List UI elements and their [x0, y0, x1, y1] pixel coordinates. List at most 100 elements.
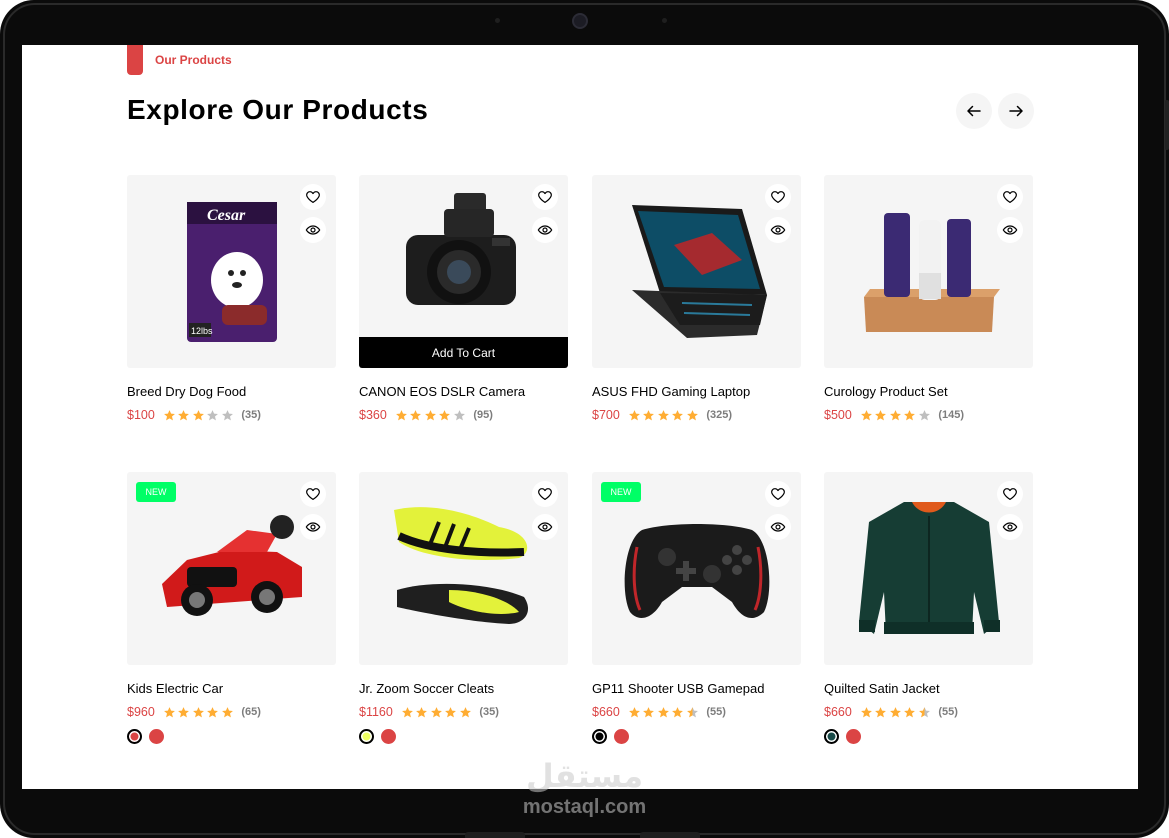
color-swatch[interactable]	[824, 729, 839, 744]
review-count: (55)	[938, 706, 958, 718]
product-image-area[interactable]	[359, 472, 568, 665]
color-swatch[interactable]	[592, 729, 607, 744]
product-image-area[interactable]	[592, 175, 801, 368]
quick-view-button[interactable]	[532, 217, 558, 243]
wishlist-button[interactable]	[532, 184, 558, 210]
quick-view-button[interactable]	[997, 217, 1023, 243]
color-swatches	[127, 729, 336, 744]
product-image-area[interactable]: Cesar 12lbs	[127, 175, 336, 368]
rating-stars	[163, 706, 236, 719]
section-tag-marker	[127, 45, 143, 75]
screen: Our Products Explore Our Products Cesar 1…	[22, 45, 1138, 789]
review-count: (325)	[706, 409, 732, 421]
star-filled-icon	[904, 706, 916, 717]
product-card[interactable]: Curology Product Set $500 (145)	[824, 175, 1033, 422]
product-image-area[interactable]: NEW	[127, 472, 336, 665]
product-name[interactable]: GP11 Shooter USB Gamepad	[592, 681, 801, 696]
wishlist-button[interactable]	[997, 184, 1023, 210]
wishlist-button[interactable]	[765, 184, 791, 210]
product-card[interactable]: ASUS FHD Gaming Laptop $700 (325)	[592, 175, 801, 422]
color-swatch[interactable]	[359, 729, 374, 744]
quick-view-button[interactable]	[997, 514, 1023, 540]
wishlist-button[interactable]	[997, 481, 1023, 507]
product-card[interactable]: Jr. Zoom Soccer Cleats $1160 (35)	[359, 472, 568, 744]
product-meta: $500 (145)	[824, 408, 1033, 422]
product-image-area[interactable]: Add To Cart	[359, 175, 568, 368]
section-tag: Our Products	[127, 45, 232, 75]
star-empty-icon	[221, 409, 233, 420]
product-name[interactable]: Curology Product Set	[824, 384, 1033, 399]
new-badge: NEW	[136, 482, 176, 502]
wishlist-button[interactable]	[532, 481, 558, 507]
review-count: (35)	[479, 706, 499, 718]
star-filled-icon	[860, 706, 872, 717]
product-card[interactable]: NEW GP11 Shooter USB Gamepad $660 (55)	[592, 472, 801, 744]
quick-view-button[interactable]	[300, 217, 326, 243]
product-name[interactable]: ASUS FHD Gaming Laptop	[592, 384, 801, 399]
star-filled-icon	[672, 706, 684, 717]
quick-view-button[interactable]	[765, 217, 791, 243]
quick-view-button[interactable]	[300, 514, 326, 540]
star-filled-icon	[686, 409, 698, 420]
product-card[interactable]: Cesar 12lbs Breed Dry Dog Food $100 (35)	[127, 175, 336, 422]
eye-icon	[305, 225, 321, 235]
new-badge: NEW	[601, 482, 641, 502]
product-card[interactable]: Quilted Satin Jacket $660 (55)	[824, 472, 1033, 744]
product-name[interactable]: Breed Dry Dog Food	[127, 384, 336, 399]
star-filled-icon	[628, 409, 640, 420]
star-filled-icon	[410, 409, 422, 420]
product-card[interactable]: Add To Cart CANON EOS DSLR Camera $360 (…	[359, 175, 568, 422]
star-filled-icon	[207, 706, 219, 717]
product-image-area[interactable]	[824, 472, 1033, 665]
product-card[interactable]: NEW Kids Electric Car $960 (65)	[127, 472, 336, 744]
color-swatch[interactable]	[381, 729, 396, 744]
watermark-arabic: مستقل	[525, 757, 644, 795]
star-filled-icon	[221, 706, 233, 717]
product-name[interactable]: Jr. Zoom Soccer Cleats	[359, 681, 568, 696]
color-swatches	[824, 729, 1033, 744]
star-filled-icon	[860, 409, 872, 420]
heart-icon	[1003, 191, 1017, 203]
star-filled-icon	[459, 706, 471, 717]
product-image-area[interactable]	[824, 175, 1033, 368]
color-swatch[interactable]	[614, 729, 629, 744]
add-to-cart-button[interactable]: Add To Cart	[359, 337, 568, 368]
prev-button[interactable]	[956, 93, 992, 129]
color-swatch[interactable]	[846, 729, 861, 744]
quick-view-button[interactable]	[765, 514, 791, 540]
next-button[interactable]	[998, 93, 1034, 129]
star-filled-icon	[628, 706, 640, 717]
rating-stars	[628, 706, 701, 719]
heart-icon	[538, 488, 552, 500]
product-name[interactable]: CANON EOS DSLR Camera	[359, 384, 568, 399]
product-price: $360	[359, 408, 387, 422]
wishlist-button[interactable]	[300, 481, 326, 507]
color-swatch[interactable]	[149, 729, 164, 744]
color-swatches	[592, 729, 801, 744]
star-filled-icon	[401, 706, 413, 717]
star-filled-icon	[889, 706, 901, 717]
color-swatch[interactable]	[127, 729, 142, 744]
wishlist-button[interactable]	[300, 184, 326, 210]
star-filled-icon	[178, 409, 190, 420]
wishlist-button[interactable]	[765, 481, 791, 507]
watermark-latin: mostaql.com	[522, 796, 647, 818]
product-meta: $660 (55)	[824, 705, 1033, 719]
product-name[interactable]: Quilted Satin Jacket	[824, 681, 1033, 696]
arrow-left-icon	[967, 105, 981, 117]
quick-view-button[interactable]	[532, 514, 558, 540]
eye-icon	[537, 225, 553, 235]
eye-icon	[770, 522, 786, 532]
product-name[interactable]: Kids Electric Car	[127, 681, 336, 696]
star-filled-icon	[395, 409, 407, 420]
product-image-area[interactable]: NEW	[592, 472, 801, 665]
product-price: $700	[592, 408, 620, 422]
star-filled-icon	[643, 409, 655, 420]
product-price: $1160	[359, 705, 393, 719]
star-filled-icon	[178, 706, 190, 717]
star-half-icon	[918, 706, 930, 717]
star-filled-icon	[424, 409, 436, 420]
product-price: $500	[824, 408, 852, 422]
rating-stars	[401, 706, 474, 719]
product-meta: $1160 (35)	[359, 705, 568, 719]
